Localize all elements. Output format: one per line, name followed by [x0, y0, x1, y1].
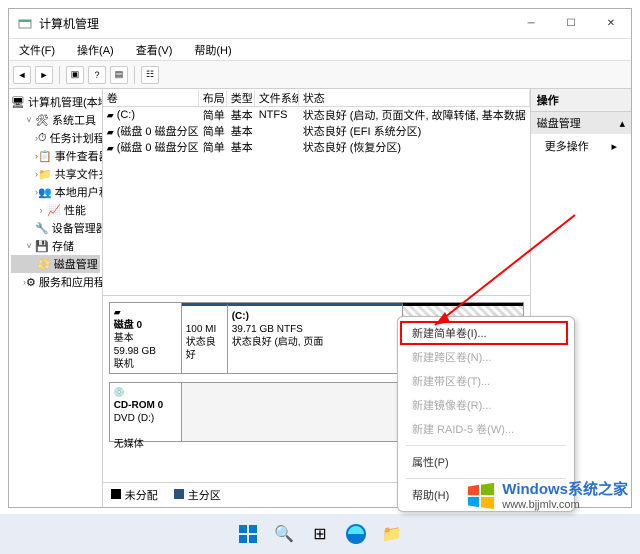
menu-file[interactable]: 文件(F) [13, 40, 61, 60]
app-icon [17, 16, 33, 32]
tree-root[interactable]: 🖥计算机管理(本地) [11, 93, 100, 111]
watermark-url: www.bjjmlv.com [502, 499, 628, 512]
edge-icon[interactable] [342, 520, 370, 548]
volume-header: 卷 布局 类型 文件系统 状态 [103, 89, 530, 107]
volume-table[interactable]: 卷 布局 类型 文件系统 状态 ▰ (C:) 简单基本 NTFS状态良好 (启动… [103, 89, 530, 296]
tree-performance[interactable]: ›📈性能 [11, 201, 100, 219]
col-volume[interactable]: 卷 [103, 90, 199, 106]
window-title: 计算机管理 [39, 15, 511, 32]
up-button[interactable]: ▣ [66, 66, 84, 84]
close-button[interactable]: ✕ [591, 9, 631, 39]
menubar: 文件(F) 操作(A) 查看(V) 帮助(H) [9, 39, 631, 61]
watermark: Windows系统之家 www.bjjmlv.com [466, 481, 628, 512]
menu-view[interactable]: 查看(V) [130, 40, 179, 60]
menu-action[interactable]: 操作(A) [71, 40, 120, 60]
tree-storage[interactable]: ˅💾存储 [11, 237, 100, 255]
explorer-icon[interactable]: 📁 [378, 520, 406, 548]
back-button[interactable]: ◄ [13, 66, 31, 84]
ctx-new-raid5-volume: 新建 RAID-5 卷(W)... [398, 417, 574, 441]
legend-primary-icon [174, 489, 184, 499]
props-button[interactable]: ▤ [110, 66, 128, 84]
col-fs[interactable]: 文件系统 [255, 90, 299, 106]
tree-local-users[interactable]: ›👥本地用户和组 [11, 183, 100, 201]
chevron-right-icon: ▸ [611, 140, 617, 153]
col-layout[interactable]: 布局 [199, 90, 227, 106]
view-button[interactable]: ☷ [141, 66, 159, 84]
ctx-new-striped-volume: 新建带区卷(T)... [398, 369, 574, 393]
toolbar-sep [59, 66, 60, 84]
partition-c[interactable]: (C:)39.71 GB NTFS状态良好 (启动, 页面 [228, 303, 403, 373]
actions-more[interactable]: 更多操作▸ [531, 134, 631, 158]
tree-services[interactable]: ›⚙服务和应用程序 [11, 273, 100, 291]
col-status[interactable]: 状态 [299, 90, 530, 106]
actions-header: 操作 [531, 89, 631, 112]
volume-row[interactable]: ▰ (磁盘 0 磁盘分区 1) 简单基本 状态良好 (EFI 系统分区) [103, 123, 530, 139]
task-view-icon[interactable]: ⊞ [306, 520, 334, 548]
chevron-up-icon: ▴ [619, 117, 625, 130]
tree-task-scheduler[interactable]: ›⏱任务计划程序 [11, 129, 100, 147]
ctx-new-mirrored-volume: 新建镜像卷(R)... [398, 393, 574, 417]
refresh-button[interactable]: ? [88, 66, 106, 84]
disk-info: ▰ 磁盘 0 基本 59.98 GB 联机 [110, 303, 182, 373]
taskbar[interactable]: 🔍 ⊞ 📁 [0, 514, 640, 554]
toolbar: ◄ ► ▣ ? ▤ ☷ [9, 61, 631, 89]
tree-event-viewer[interactable]: ›📋事件查看器 [11, 147, 100, 165]
maximize-button[interactable]: ☐ [551, 9, 591, 39]
col-type[interactable]: 类型 [227, 90, 255, 106]
ctx-separator [406, 478, 566, 479]
forward-button[interactable]: ► [35, 66, 53, 84]
ctx-separator [406, 445, 566, 446]
start-button[interactable] [234, 520, 262, 548]
actions-context[interactable]: 磁盘管理▴ [531, 112, 631, 134]
ctx-properties[interactable]: 属性(P) [398, 450, 574, 474]
tree-disk-management[interactable]: 📀磁盘管理 [11, 255, 100, 273]
search-icon[interactable]: 🔍 [270, 520, 298, 548]
tree-system-tools[interactable]: ˅🛠系统工具 [11, 111, 100, 129]
volume-row[interactable]: ▰ (C:) 简单基本 NTFS状态良好 (启动, 页面文件, 故障转储, 基本… [103, 107, 530, 123]
legend-unalloc-icon [111, 489, 121, 499]
volume-row[interactable]: ▰ (磁盘 0 磁盘分区 4) 简单基本 状态良好 (恢复分区) [103, 139, 530, 155]
cdrom-info: 💿 CD-ROM 0 DVD (D:) 无媒体 [110, 383, 182, 441]
volume-empty-area [103, 155, 530, 295]
toolbar-sep [134, 66, 135, 84]
ctx-new-simple-volume[interactable]: 新建简单卷(I)... [398, 321, 574, 345]
tree-shared-folders[interactable]: ›📁共享文件夹 [11, 165, 100, 183]
menu-help[interactable]: 帮助(H) [188, 40, 237, 60]
minimize-button[interactable]: ─ [511, 9, 551, 39]
titlebar: 计算机管理 ─ ☐ ✕ [9, 9, 631, 39]
windows-logo-icon [466, 481, 496, 511]
partition-efi[interactable]: 100 MI状态良好 [182, 303, 228, 373]
tree-device-manager[interactable]: 🔧设备管理器 [11, 219, 100, 237]
watermark-title: Windows系统之家 [502, 481, 628, 499]
nav-tree[interactable]: 🖥计算机管理(本地) ˅🛠系统工具 ›⏱任务计划程序 ›📋事件查看器 ›📁共享文… [9, 89, 103, 507]
ctx-new-spanned-volume: 新建跨区卷(N)... [398, 345, 574, 369]
